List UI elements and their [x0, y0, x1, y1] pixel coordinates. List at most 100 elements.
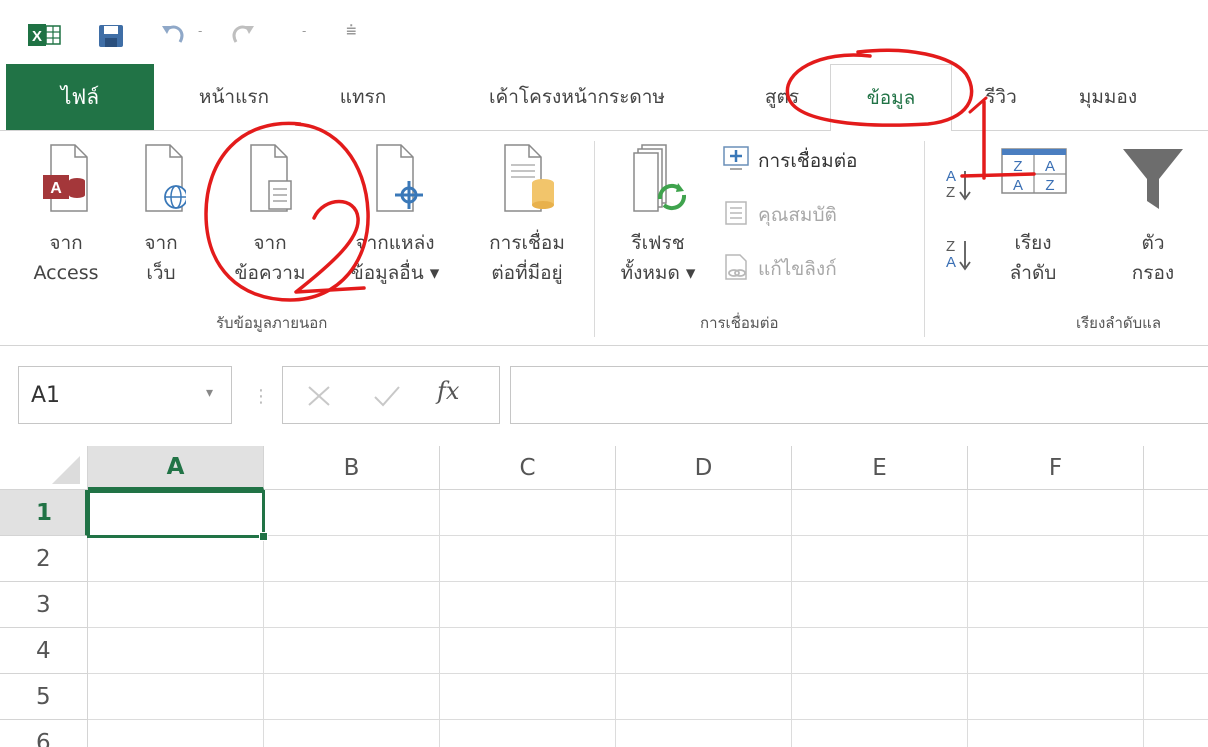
grid-cell[interactable] — [88, 628, 264, 674]
grid-cell[interactable] — [616, 490, 792, 536]
grid-cell[interactable] — [968, 536, 1144, 582]
undo-dropdown-icon[interactable]: - — [198, 24, 202, 38]
grid-cell[interactable] — [440, 582, 616, 628]
grid-cell[interactable] — [616, 628, 792, 674]
grid-cell[interactable] — [1144, 720, 1208, 747]
column-header-b[interactable]: B — [264, 446, 440, 490]
column-header-f[interactable]: F — [968, 446, 1144, 490]
row-header-6[interactable]: 6 — [0, 720, 88, 747]
tab-data[interactable]: ข้อมูล — [830, 64, 952, 131]
refresh-all-button[interactable]: รีเฟรช ทั้งหมด ▾ — [600, 143, 716, 288]
grid-cell[interactable] — [792, 536, 968, 582]
group-separator — [594, 141, 595, 337]
grid-cell[interactable] — [792, 628, 968, 674]
from-web-button[interactable]: จาก เว็บ — [124, 143, 198, 288]
grid-cell[interactable] — [792, 674, 968, 720]
grid-cell[interactable] — [264, 536, 440, 582]
grid-cell[interactable] — [1144, 674, 1208, 720]
grid-cell[interactable] — [792, 582, 968, 628]
connections-button[interactable]: การเชื่อมต่อ — [722, 143, 857, 179]
column-header-a[interactable]: A — [88, 446, 264, 490]
properties-button[interactable]: คุณสมบัติ — [722, 197, 837, 233]
connections-icon — [722, 145, 750, 178]
existing-connections-label-1: การเชื่อม — [489, 232, 565, 254]
name-box-dropdown-icon[interactable]: ▾ — [206, 385, 213, 401]
grid-cell[interactable] — [792, 720, 968, 747]
from-other-sources-button[interactable]: จากแหล่ง ข้อมูลอื่น ▾ — [330, 143, 460, 288]
grid-cell[interactable] — [264, 674, 440, 720]
row-header-2[interactable]: 2 — [0, 536, 88, 582]
column-header-c[interactable]: C — [440, 446, 616, 490]
grid-cell[interactable] — [88, 582, 264, 628]
cancel-icon[interactable] — [303, 375, 335, 415]
row-header-5[interactable]: 5 — [0, 674, 88, 720]
grid-cell[interactable] — [264, 720, 440, 747]
resize-handle-icon[interactable]: ⋮ — [252, 386, 270, 407]
sort-label-1: เรียง — [1014, 232, 1052, 254]
redo-dropdown-icon[interactable]: - — [302, 24, 306, 38]
grid-cell[interactable] — [440, 628, 616, 674]
edit-links-button[interactable]: แก้ไขลิงก์ — [722, 251, 837, 287]
filter-button[interactable]: ตัว กรอง — [1110, 143, 1196, 288]
existing-connections-label-2: ต่อที่มีอยู่ — [491, 262, 563, 284]
grid-cell[interactable] — [264, 490, 440, 536]
grid-cell[interactable] — [440, 720, 616, 747]
grid-cell[interactable] — [1144, 582, 1208, 628]
grid-cell[interactable] — [88, 720, 264, 747]
tab-file[interactable]: ไฟล์ — [6, 64, 154, 130]
select-all-corner[interactable] — [0, 446, 88, 490]
row-header-3[interactable]: 3 — [0, 582, 88, 628]
row-header-4[interactable]: 4 — [0, 628, 88, 674]
grid-cell[interactable] — [1144, 490, 1208, 536]
column-header-d[interactable]: D — [616, 446, 792, 490]
grid-cell[interactable] — [616, 674, 792, 720]
tab-formulas[interactable]: สูตร — [742, 64, 822, 130]
connections-label: การเชื่อมต่อ — [758, 150, 858, 172]
grid-cell[interactable] — [440, 536, 616, 582]
grid-cell[interactable] — [440, 490, 616, 536]
grid-cell[interactable] — [264, 582, 440, 628]
grid-cell[interactable] — [968, 628, 1144, 674]
grid-cell[interactable] — [616, 582, 792, 628]
grid-cell[interactable] — [88, 674, 264, 720]
sort-a-to-z-icon[interactable]: A Z — [944, 165, 972, 209]
sort-z-to-a-icon[interactable]: Z A — [944, 235, 972, 279]
name-box[interactable]: A1 ▾ — [18, 366, 232, 424]
tab-page-layout[interactable]: เค้าโครงหน้ากระดาษ — [442, 64, 712, 130]
grid-cell[interactable] — [440, 674, 616, 720]
from-access-button[interactable]: A จาก Access — [14, 143, 118, 288]
undo-icon[interactable] — [158, 20, 194, 50]
insert-function-icon[interactable]: fx — [437, 377, 459, 405]
grid-cell[interactable] — [1144, 536, 1208, 582]
redo-icon[interactable] — [222, 20, 258, 50]
grid-cell[interactable] — [616, 536, 792, 582]
grid-cell[interactable] — [1144, 628, 1208, 674]
svg-text:A: A — [1013, 177, 1023, 194]
grid-cell[interactable] — [968, 490, 1144, 536]
column-header-next[interactable] — [1144, 446, 1208, 490]
fill-handle[interactable] — [259, 532, 268, 541]
group-label-get-external-data: รับข้อมูลภายนอก — [216, 314, 328, 332]
sort-button[interactable]: Z A A Z เรียง ลำดับ — [994, 143, 1072, 288]
tab-insert[interactable]: แทรก — [318, 64, 408, 130]
grid-cell[interactable] — [968, 720, 1144, 747]
tab-home[interactable]: หน้าแรก — [176, 64, 292, 130]
formula-input[interactable] — [510, 366, 1208, 424]
grid-cell[interactable] — [616, 720, 792, 747]
active-cell-a1[interactable] — [87, 490, 268, 541]
grid-cell[interactable] — [968, 582, 1144, 628]
row-header-1[interactable]: 1 — [0, 490, 88, 536]
grid-cell[interactable] — [88, 536, 264, 582]
save-icon[interactable] — [96, 22, 126, 50]
grid-cell[interactable] — [792, 490, 968, 536]
grid-cell[interactable] — [264, 628, 440, 674]
existing-connections-button[interactable]: การเชื่อม ต่อที่มีอยู่ — [470, 143, 584, 288]
column-header-e[interactable]: E — [792, 446, 968, 490]
grid-cell[interactable] — [968, 674, 1144, 720]
filter-label-2: กรอง — [1131, 262, 1175, 284]
tab-view[interactable]: มุมมอง — [1060, 64, 1156, 130]
customize-qat-icon[interactable]: ⩧ — [346, 20, 357, 41]
from-text-button[interactable]: จาก ข้อความ — [212, 143, 328, 288]
tab-review[interactable]: รีวิว — [966, 64, 1036, 130]
enter-icon[interactable] — [371, 375, 403, 415]
